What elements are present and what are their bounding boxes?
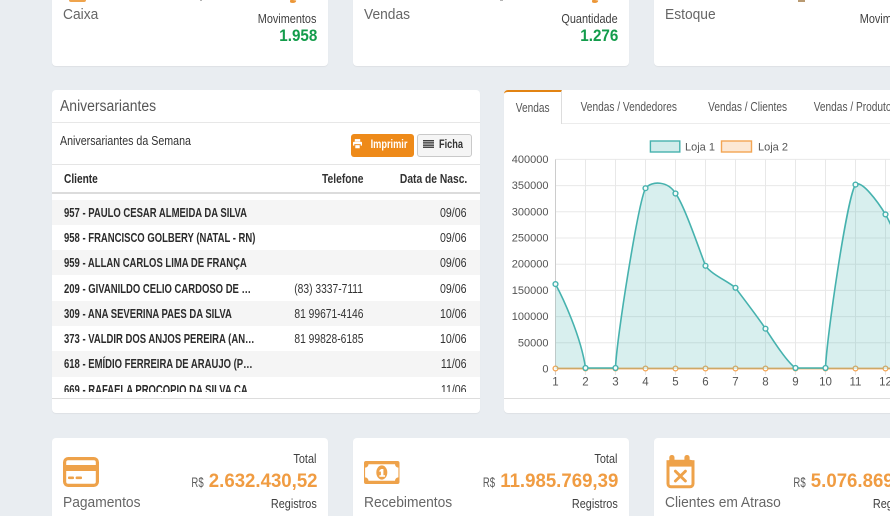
svg-text:8: 8 <box>762 377 768 389</box>
svg-text:150000: 150000 <box>512 285 549 297</box>
svg-text:1: 1 <box>552 377 558 389</box>
svg-text:4: 4 <box>642 377 649 389</box>
svg-text:300000: 300000 <box>512 206 549 218</box>
svg-text:200000: 200000 <box>512 259 549 271</box>
svg-text:Loja 2: Loja 2 <box>758 142 788 154</box>
svg-text:7: 7 <box>732 377 738 389</box>
svg-text:2: 2 <box>582 377 588 389</box>
svg-text:50000: 50000 <box>518 337 549 349</box>
svg-text:100000: 100000 <box>512 311 549 323</box>
svg-text:0: 0 <box>542 364 548 376</box>
svg-text:Loja 1: Loja 1 <box>685 142 715 154</box>
svg-text:9: 9 <box>792 377 798 389</box>
svg-text:350000: 350000 <box>512 180 549 192</box>
svg-text:400000: 400000 <box>512 154 549 166</box>
svg-text:12: 12 <box>879 377 890 389</box>
svg-text:6: 6 <box>702 377 708 389</box>
svg-text:250000: 250000 <box>512 233 549 245</box>
svg-text:3: 3 <box>612 377 618 389</box>
svg-text:10: 10 <box>819 377 832 389</box>
svg-text:11: 11 <box>850 377 862 389</box>
svg-text:5: 5 <box>672 377 678 389</box>
